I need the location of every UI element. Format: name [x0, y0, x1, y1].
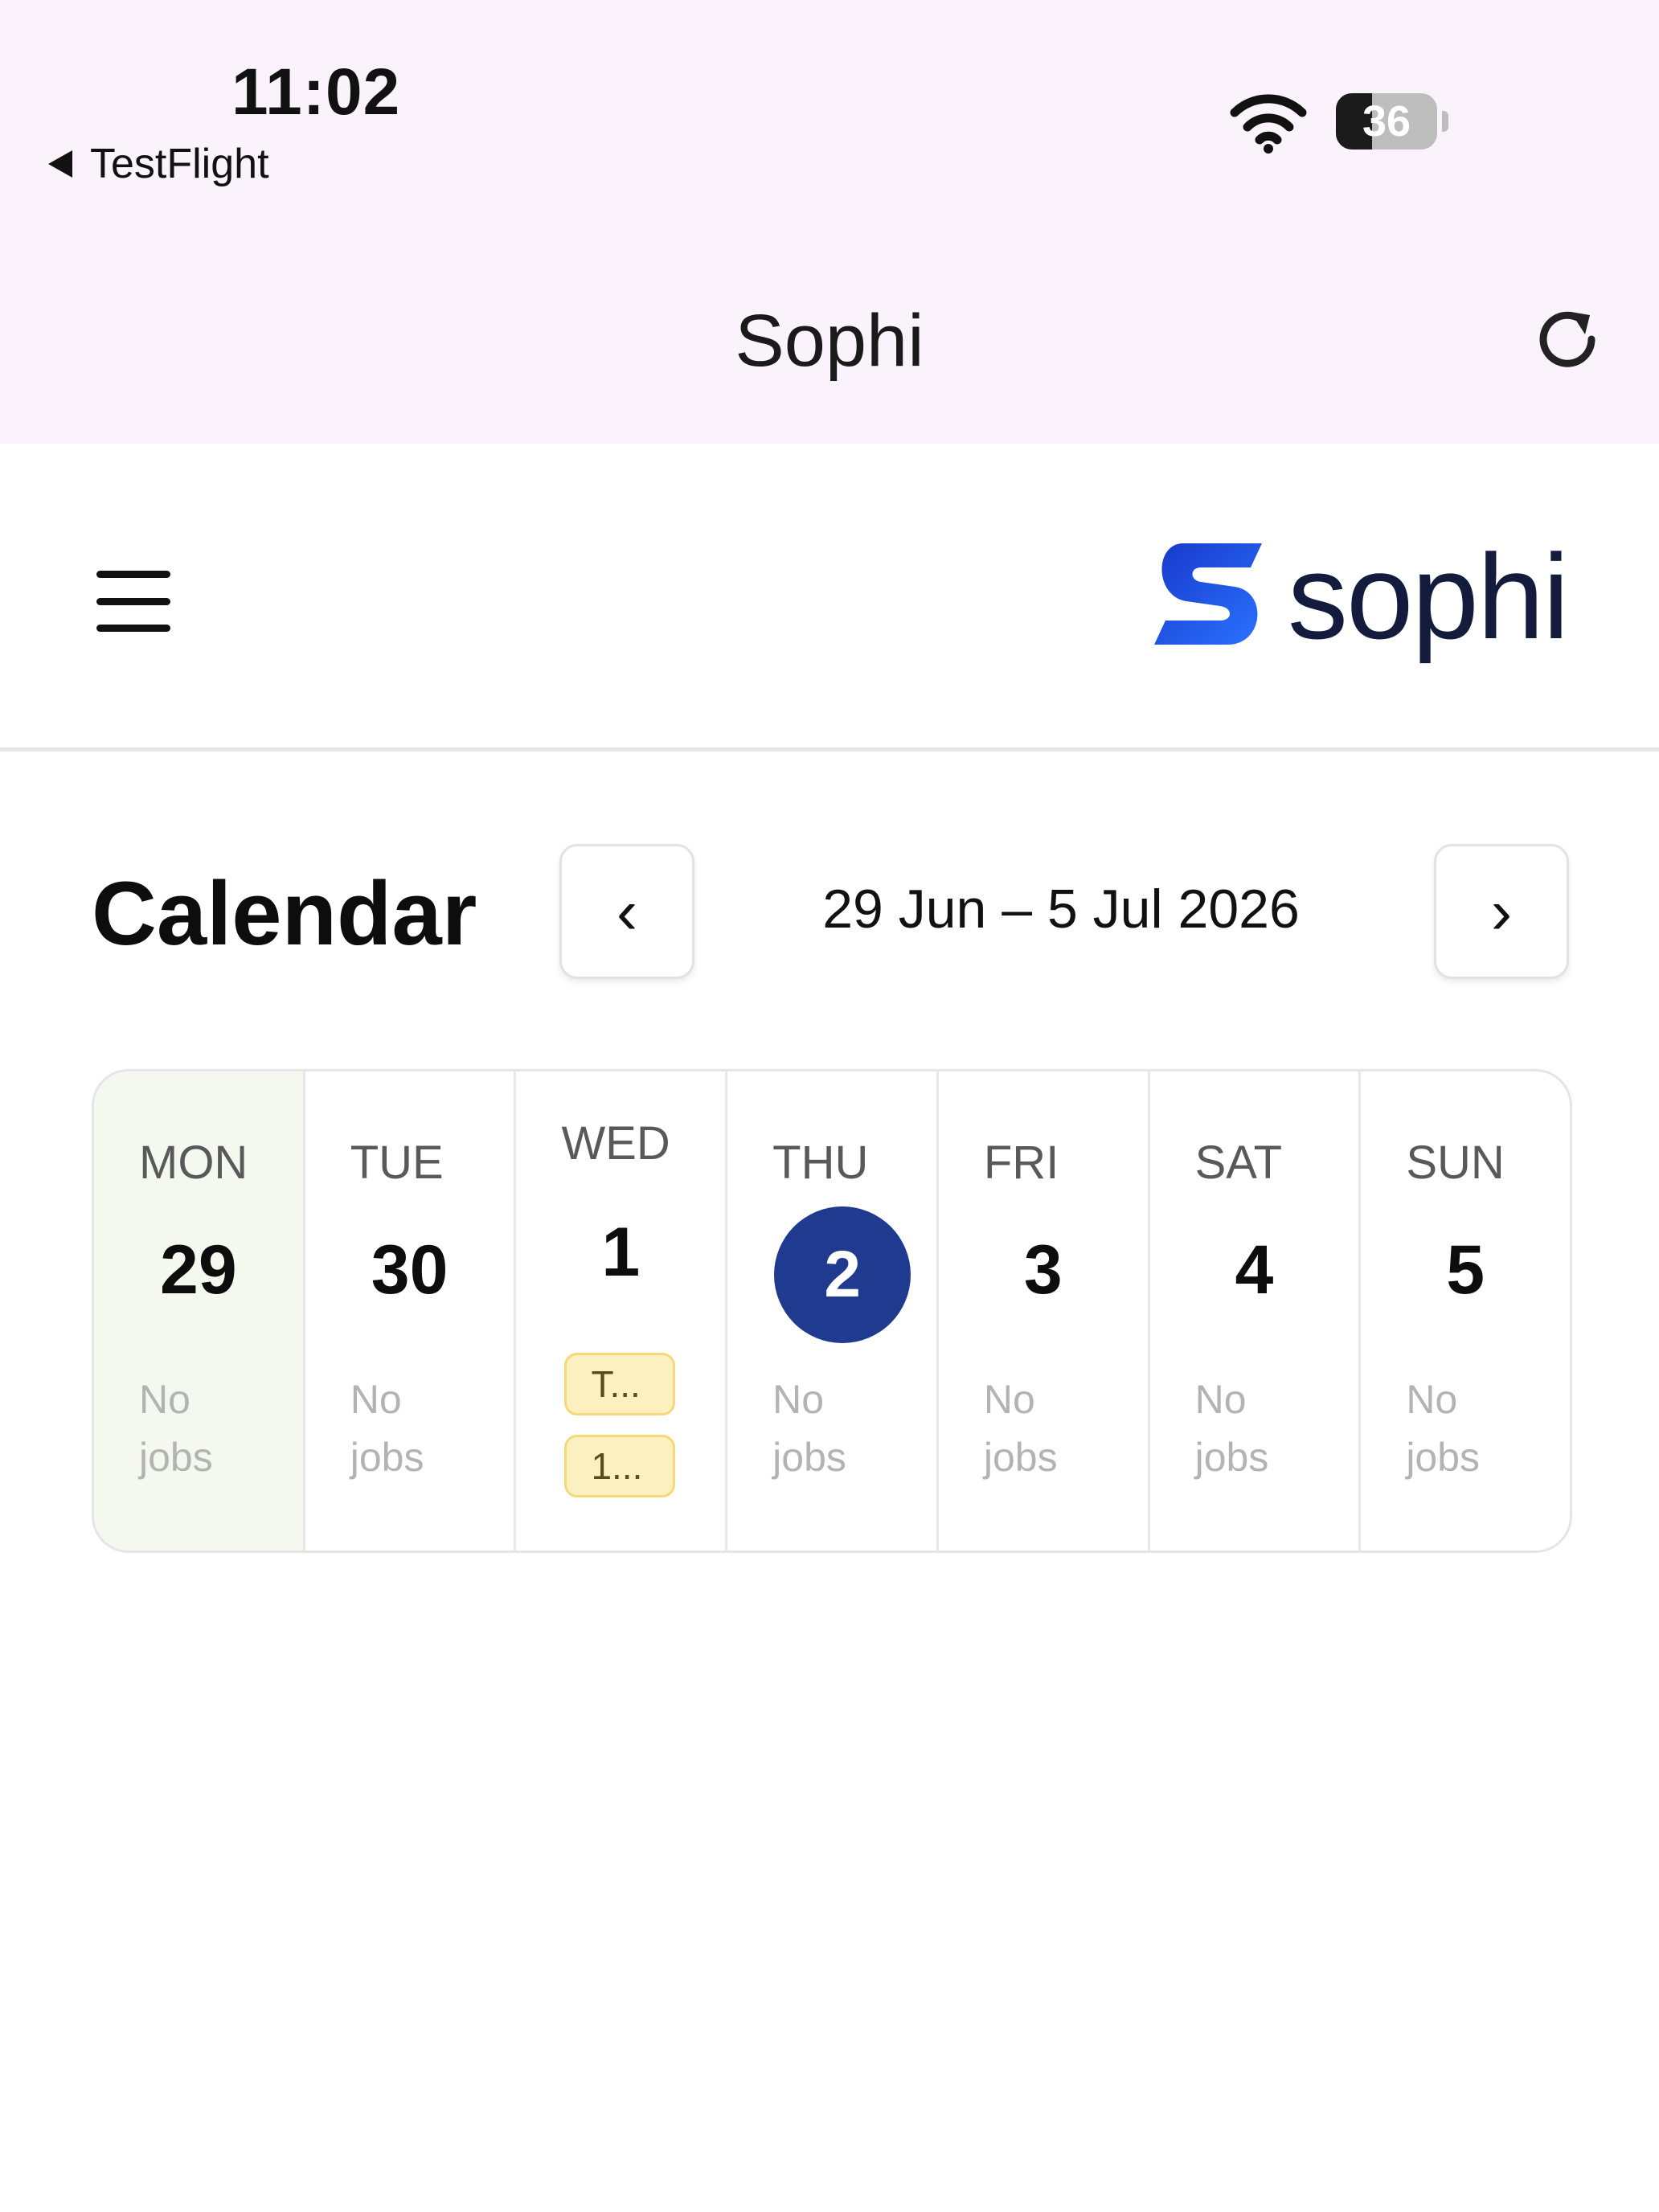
day-cell-thu[interactable]: THU 2 No jobs — [727, 1071, 939, 1550]
day-cell-mon[interactable]: MON 29 No jobs — [94, 1071, 305, 1550]
job-chip[interactable]: T... — [564, 1353, 676, 1415]
no-jobs-label: No jobs — [1406, 1377, 1481, 1480]
status-time: 11:02 — [231, 55, 401, 129]
day-cell-tue[interactable]: TUE 30 No jobs — [305, 1071, 517, 1550]
reload-icon[interactable] — [1529, 301, 1606, 378]
day-number: 30 — [371, 1231, 449, 1309]
no-jobs-label: No jobs — [983, 1377, 1058, 1480]
sophi-logo: sophi — [1151, 529, 1570, 664]
day-name: SAT — [1194, 1137, 1283, 1189]
day-number: 3 — [1023, 1231, 1063, 1309]
day-name: SUN — [1406, 1137, 1505, 1189]
wifi-icon — [1230, 94, 1307, 154]
page-title: Calendar — [92, 863, 477, 964]
no-jobs-label: No jobs — [1194, 1377, 1269, 1480]
back-arrow-icon — [48, 150, 72, 178]
back-to-app-link[interactable]: TestFlight — [48, 140, 269, 188]
day-name: WED — [561, 1117, 670, 1169]
back-app-label: TestFlight — [90, 141, 269, 187]
no-jobs-label: No jobs — [772, 1377, 846, 1480]
chevron-left-icon: ‹ — [616, 875, 637, 947]
hamburger-menu-icon[interactable] — [96, 571, 170, 632]
chevron-right-icon: › — [1491, 875, 1512, 947]
day-number: 4 — [1235, 1231, 1274, 1309]
today-indicator: 2 — [774, 1206, 911, 1343]
battery-level: 36 — [1362, 97, 1411, 145]
day-number: 29 — [160, 1231, 237, 1309]
app-header: sophi — [0, 444, 1659, 752]
previous-week-button[interactable]: ‹ — [559, 844, 694, 979]
day-name: TUE — [350, 1137, 444, 1189]
day-number: 5 — [1446, 1231, 1485, 1309]
battery-icon: 36 — [1336, 93, 1437, 150]
day-number: 1 — [601, 1214, 641, 1291]
sophi-logo-mark-icon — [1154, 543, 1262, 645]
job-chip[interactable]: 1... — [564, 1435, 676, 1497]
nav-title: Sophi — [735, 300, 924, 382]
day-cell-sun[interactable]: SUN 5 No jobs — [1361, 1071, 1570, 1550]
day-cell-sat[interactable]: SAT 4 No jobs — [1150, 1071, 1362, 1550]
no-jobs-label: No jobs — [350, 1377, 424, 1480]
day-name: MON — [139, 1137, 248, 1189]
battery-cap — [1442, 111, 1448, 132]
day-cell-wed[interactable]: WED 1 T... 1... — [516, 1071, 728, 1550]
no-jobs-label: No jobs — [139, 1377, 213, 1480]
day-name: FRI — [983, 1137, 1059, 1189]
day-name: THU — [772, 1137, 869, 1189]
day-cell-fri[interactable]: FRI 3 No jobs — [939, 1071, 1150, 1550]
next-week-button[interactable]: › — [1434, 844, 1569, 979]
week-grid: MON 29 No jobs TUE 30 No jobs WED 1 T... 1… — [92, 1069, 1572, 1553]
date-range: 29 Jun – 5 Jul 2026 — [822, 879, 1300, 940]
logo-wordmark: sophi — [1288, 529, 1570, 664]
